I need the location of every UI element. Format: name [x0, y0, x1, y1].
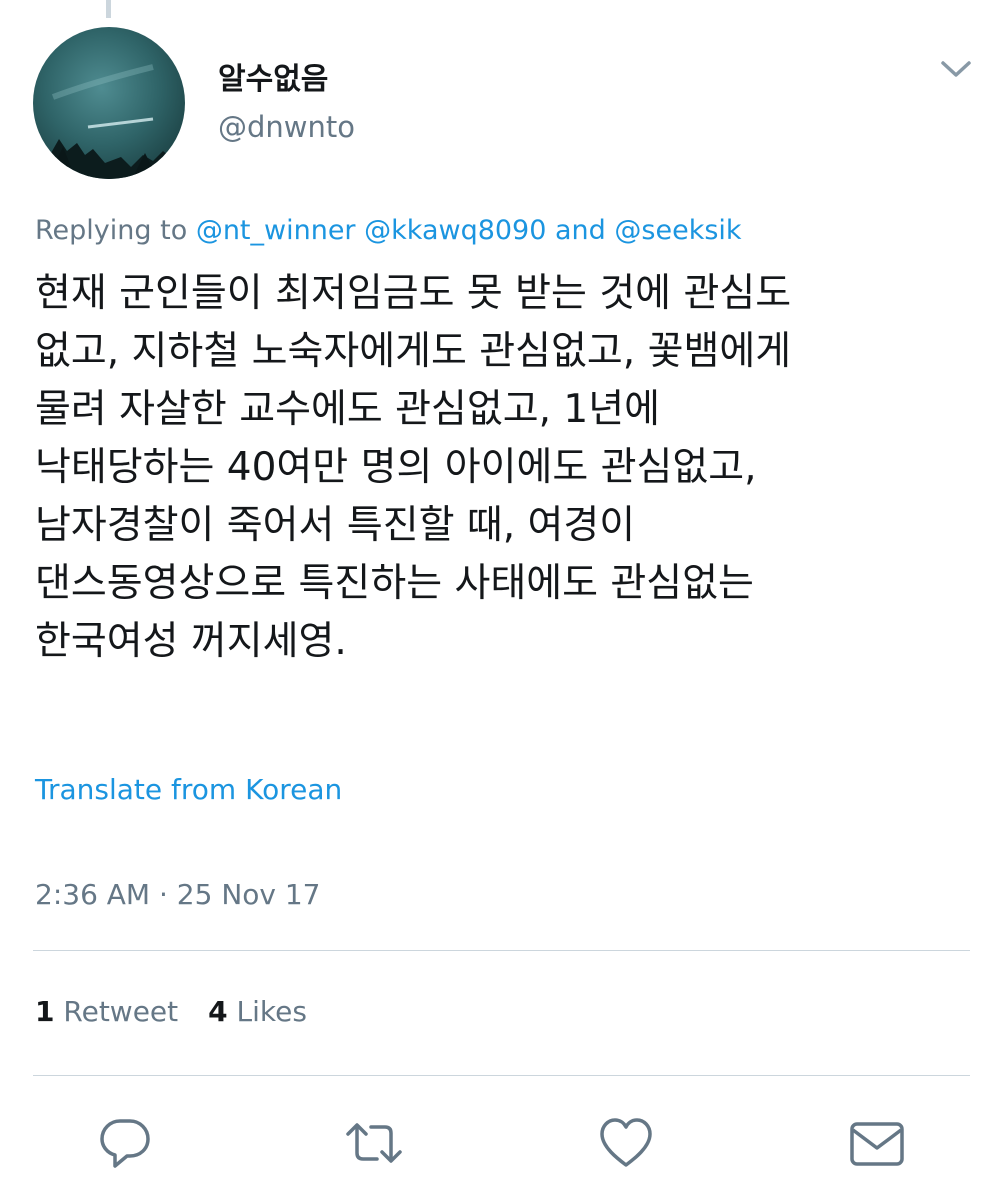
reply-icon: [100, 1119, 150, 1168]
tweet-text-line: 낙태당하는 40여만 명의 아이에도 관심없고,: [35, 445, 757, 490]
retweet-count: 1: [35, 995, 55, 1028]
avatar-image: [33, 27, 185, 179]
author-display-name[interactable]: 알수없음: [218, 60, 328, 100]
like-button[interactable]: [596, 1113, 656, 1173]
mention-link[interactable]: @kkawq8090: [364, 215, 546, 246]
likes-stat-label: Likes: [236, 995, 307, 1028]
likes-stat[interactable]: 4 Likes: [208, 995, 307, 1028]
divider: [33, 950, 970, 951]
replying-to-label: Replying to: [35, 215, 188, 246]
mention-link[interactable]: @seeksik: [614, 215, 741, 246]
envelope-icon: [850, 1122, 904, 1166]
author-handle[interactable]: @dnwnto: [218, 108, 355, 146]
translate-link[interactable]: Translate from Korean: [35, 770, 342, 810]
retweet-stat[interactable]: 1 Retweet: [35, 995, 178, 1028]
like-count: 4: [208, 995, 228, 1028]
tweet-timestamp[interactable]: 2:36 AM · 25 Nov 17: [35, 875, 321, 915]
retweet-button[interactable]: [344, 1113, 404, 1173]
engagement-stats: 1 Retweet 4 Likes: [35, 992, 307, 1032]
tweet-text-line: 물려 자살한 교수에도 관심없고, 1년에: [35, 387, 660, 432]
reply-button[interactable]: [96, 1113, 156, 1173]
divider: [33, 1075, 970, 1076]
chevron-down-icon[interactable]: [938, 54, 974, 84]
tweet-text-line: 남자경찰이 죽어서 특진할 때, 여경이: [35, 503, 636, 548]
tweet-text-line: 없고, 지하철 노숙자에게도 관심없고, 꽃뱀에게: [35, 329, 792, 374]
tweet-text-line: 댄스동영상으로 특진하는 사태에도 관심없는: [35, 561, 754, 606]
avatar[interactable]: [33, 27, 185, 179]
direct-message-button[interactable]: [846, 1113, 906, 1173]
heart-icon: [600, 1118, 652, 1167]
tweet-text-line: 현재 군인들이 최저임금도 못 받는 것에 관심도: [35, 271, 792, 316]
replying-to-context: Replying to @nt_winner @kkawq8090 and @s…: [35, 212, 742, 250]
mention-conjunction[interactable]: and: [555, 215, 606, 246]
tweet-text-line: 한국여성 꺼지세영.: [35, 619, 347, 664]
mention-link[interactable]: @nt_winner: [196, 215, 356, 246]
thread-connector-line: [106, 0, 111, 18]
retweet-icon: [346, 1123, 402, 1163]
tweet-text: 현재 군인들이 최저임금도 못 받는 것에 관심도 없고, 지하철 노숙자에게도…: [35, 265, 965, 671]
retweet-stat-label: Retweet: [63, 995, 179, 1028]
